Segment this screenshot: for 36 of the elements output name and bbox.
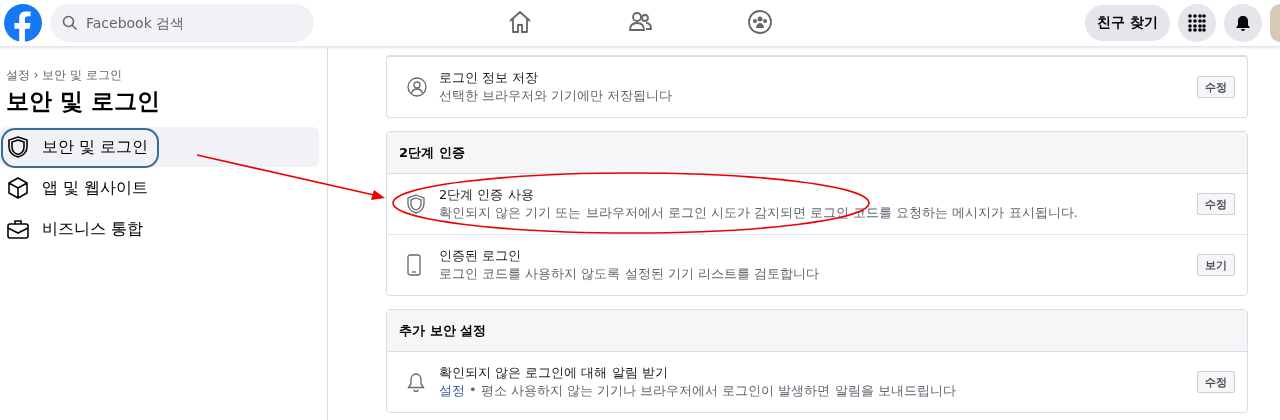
groups-icon [746, 8, 773, 35]
edit-button[interactable]: 보기 [1197, 254, 1235, 276]
sidebar-item[interactable]: 비즈니스 통합 [0, 209, 319, 249]
person-icon [407, 77, 427, 97]
notifications-button[interactable] [1224, 4, 1262, 42]
setting-title: 로그인 정보 저장 [439, 69, 540, 87]
shield-icon [6, 135, 30, 159]
sidebar-item[interactable]: 보안 및 로그인 [0, 127, 319, 167]
find-friends-button[interactable]: 친구 찾기 [1085, 5, 1170, 41]
phone-icon [407, 254, 421, 276]
section-header: 추가 보안 설정 [387, 310, 1247, 352]
cube-icon [6, 176, 30, 200]
edit-button[interactable]: 수정 [1197, 76, 1235, 98]
setting-title: 인증된 로그인 [439, 247, 523, 265]
menu-button[interactable] [1178, 4, 1216, 42]
setting-description: 선택한 브라우저와 기기에만 저장됩니다 [439, 87, 673, 105]
bell-icon [1234, 14, 1252, 32]
briefcase-icon [6, 217, 30, 241]
breadcrumb: 설정 › 보안 및 로그인 [5, 67, 124, 84]
setting-title: 확인되지 않은 로그인에 대해 알림 받기 [439, 364, 669, 382]
facebook-logo-icon[interactable] [4, 4, 42, 42]
page-title: 보안 및 로그인 [6, 87, 161, 116]
setting-title: 2단계 인증 사용 [439, 186, 535, 204]
search-field[interactable]: Facebook 검색 [50, 4, 314, 42]
settings-link[interactable]: 설정 [439, 382, 465, 400]
setting-description: 로그인 코드를 사용하지 않도록 설정된 기기 리스트를 검토합니다 [439, 265, 819, 283]
edit-button[interactable]: 수정 [1197, 371, 1235, 393]
sidebar-item[interactable]: 앱 및 웹사이트 [0, 168, 319, 208]
grid-menu-icon [1188, 14, 1206, 32]
shield-icon [407, 194, 425, 214]
setting-description: 평소 사용하지 않는 기기나 브라우저에서 로그인이 발생하면 알림을 보내드립니다 [480, 382, 956, 400]
separator-dot: • [469, 382, 477, 399]
section-header: 2단계 인증 [387, 132, 1247, 174]
setting-description: 확인되지 않은 기기 또는 브라우저에서 로그인 시도가 감지되면 로그인 코드를 요청하는 메시지가 표시됩니다. [439, 204, 1078, 222]
edit-button[interactable]: 수정 [1197, 193, 1235, 215]
bell-icon [407, 372, 425, 392]
